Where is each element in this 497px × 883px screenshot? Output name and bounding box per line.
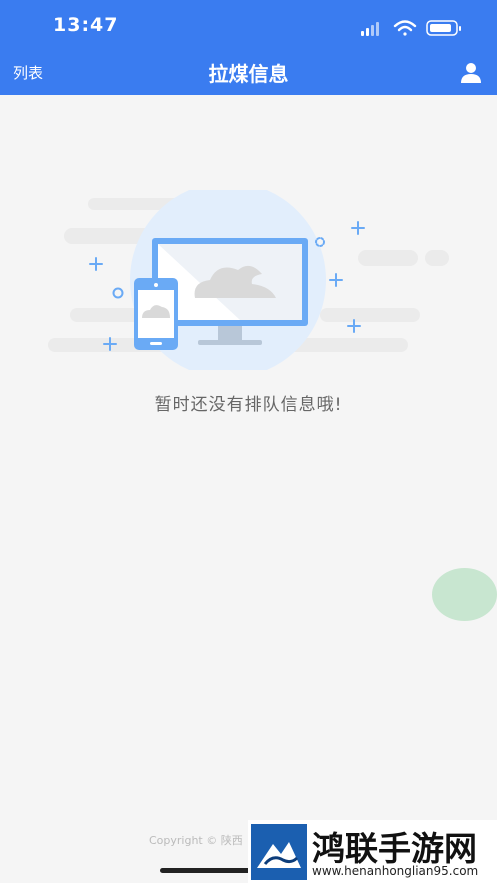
phone-icon	[134, 278, 178, 350]
top-bar: 13:47 列表 拉煤信息	[0, 0, 497, 95]
watermark-url: www.henanhonglian95.com	[312, 864, 479, 878]
wifi-icon	[393, 20, 417, 36]
empty-state-message: 暂时还没有排队信息哦!	[154, 395, 343, 415]
floating-button[interactable]	[432, 568, 497, 621]
watermark-logo-icon	[251, 824, 307, 880]
status-icons	[361, 20, 461, 36]
signal-icon	[361, 22, 379, 36]
copyright-text: Copyright © 陕西	[149, 834, 243, 847]
user-icon[interactable]	[459, 60, 483, 84]
page-title: 拉煤信息	[208, 62, 289, 86]
watermark-title: 鸿联手游网	[312, 829, 477, 868]
empty-illustration	[48, 190, 449, 370]
watermark: 鸿联手游网 www.henanhonglian95.com	[248, 820, 497, 883]
status-time: 13:47	[53, 14, 119, 36]
battery-icon	[426, 20, 461, 36]
